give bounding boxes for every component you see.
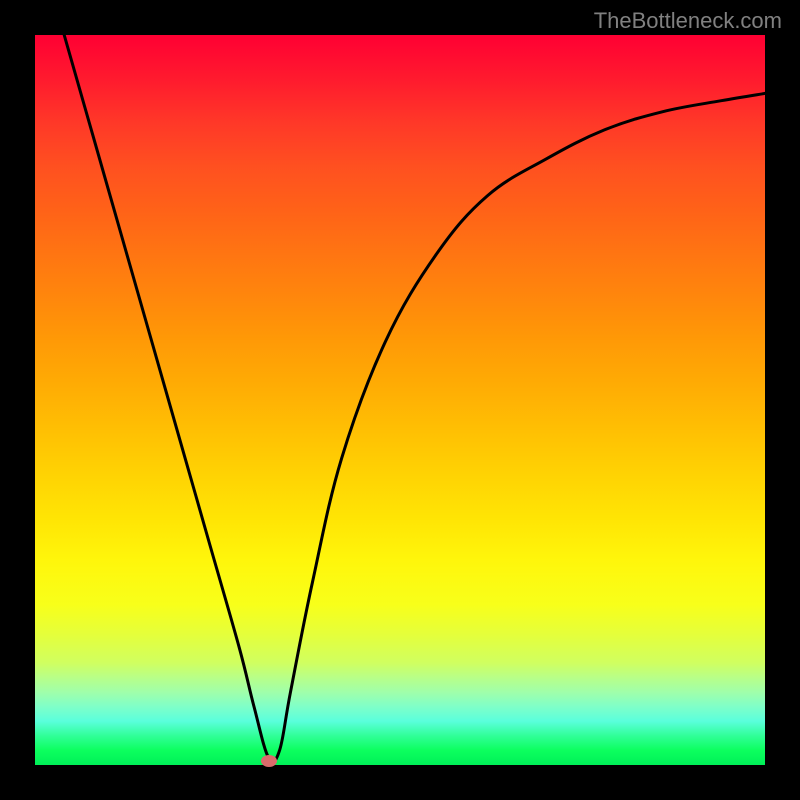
chart-plot-area [35,35,765,765]
minimum-marker [261,755,277,767]
watermark-text: TheBottleneck.com [594,8,782,34]
bottleneck-curve [35,35,765,765]
